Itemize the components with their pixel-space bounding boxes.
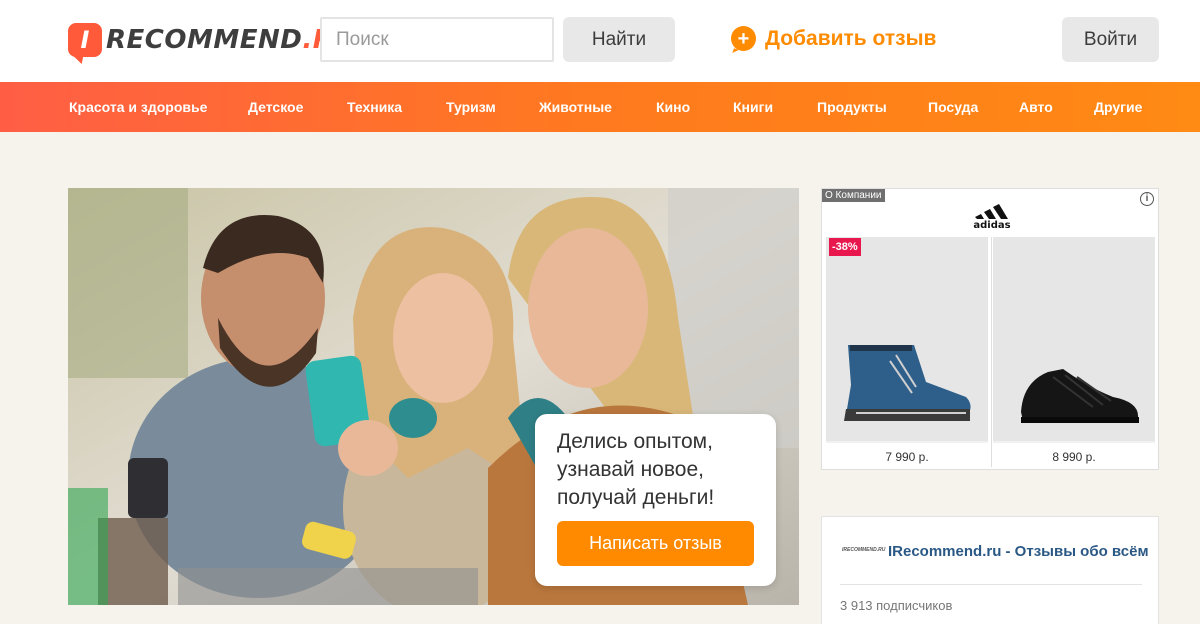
ad-company-label[interactable]: О Компании	[822, 189, 885, 202]
logo-text: RECOMMEND.RU	[106, 25, 354, 55]
ad-product-sneaker[interactable]: 8 990 р.	[993, 237, 1155, 468]
nav-item-tourism[interactable]: Туризм	[446, 99, 496, 115]
nav-item-auto[interactable]: Авто	[1019, 99, 1053, 115]
ad-block: О Компании i adidas -38% 7 990 р. 8 990 …	[821, 188, 1159, 470]
nav-item-tech[interactable]: Техника	[347, 99, 402, 115]
nav-item-beauty[interactable]: Красота и здоровье	[69, 99, 207, 115]
community-title[interactable]: IRecommend.ru - Отзывы обо всём	[888, 543, 1150, 560]
boot-image: -38%	[826, 237, 988, 441]
header: I RECOMMEND.RU Найти + Добавить отзыв Во…	[0, 0, 1200, 82]
nav-item-books[interactable]: Книги	[733, 99, 773, 115]
add-review-label: Добавить отзыв	[765, 26, 937, 50]
nav-item-animals[interactable]: Животные	[539, 99, 612, 115]
divider	[840, 584, 1142, 585]
discount-badge: -38%	[829, 238, 861, 256]
product-price: 7 990 р.	[826, 444, 988, 468]
search-input[interactable]	[320, 17, 554, 62]
plus-chat-icon: +	[731, 26, 756, 51]
adidas-logo-icon[interactable]: adidas	[967, 199, 1017, 229]
hero-banner: Делись опытом, узнавай новое, получай де…	[68, 188, 799, 605]
logo-badge-icon: I	[68, 23, 102, 57]
hero-promo-text: Делись опытом, узнавай новое, получай де…	[557, 430, 715, 509]
ad-product-boot[interactable]: -38% 7 990 р.	[826, 237, 988, 468]
info-icon[interactable]: i	[1140, 192, 1154, 206]
community-widget: IRECOMMEND.RU IRecommend.ru - Отзывы обо…	[821, 516, 1159, 624]
category-nav: Красота и здоровье Детское Техника Туриз…	[0, 82, 1200, 132]
product-price: 8 990 р.	[993, 444, 1155, 468]
subscriber-count: 3 913 подписчиков	[840, 598, 953, 613]
nav-item-movies[interactable]: Кино	[656, 99, 690, 115]
site-logo[interactable]: I RECOMMEND.RU	[68, 20, 355, 60]
sneaker-image	[993, 237, 1155, 441]
adidas-wordmark: adidas	[973, 220, 1010, 229]
write-review-button[interactable]: Написать отзыв	[557, 521, 754, 566]
community-avatar[interactable]: IRECOMMEND.RU	[840, 545, 885, 555]
login-button[interactable]: Войти	[1062, 17, 1159, 62]
search-button[interactable]: Найти	[563, 17, 675, 62]
ad-divider	[991, 237, 992, 467]
nav-item-kids[interactable]: Детское	[248, 99, 303, 115]
nav-item-products[interactable]: Продукты	[817, 99, 887, 115]
hero-promo-card: Делись опытом, узнавай новое, получай де…	[535, 414, 776, 586]
boot-icon	[844, 345, 971, 421]
sneaker-icon	[1021, 369, 1139, 423]
add-review-link[interactable]: + Добавить отзыв	[731, 26, 936, 51]
nav-item-other[interactable]: Другие	[1094, 99, 1142, 115]
nav-item-dishes[interactable]: Посуда	[928, 99, 978, 115]
